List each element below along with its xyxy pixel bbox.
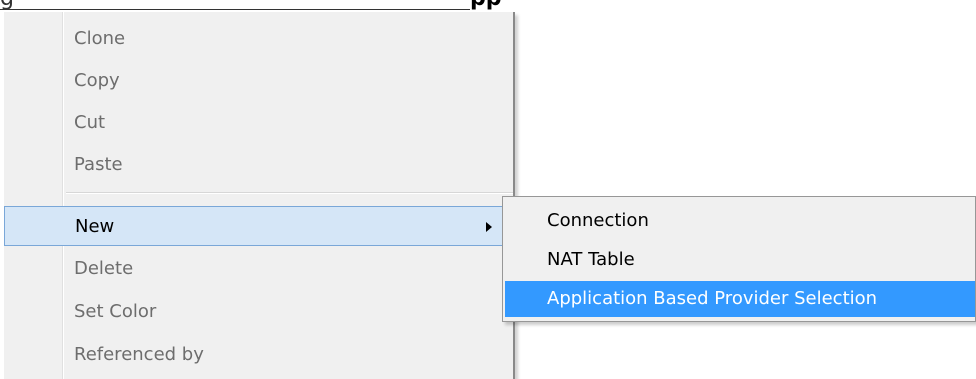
menu-item-label: Paste xyxy=(74,154,123,175)
screen: g pp Clone Copy Cut Paste New Delete Set… xyxy=(0,0,976,379)
submenu-item-application-based-provider-selection[interactable]: Application Based Provider Selection xyxy=(505,281,975,317)
context-menu: Clone Copy Cut Paste New Delete Set Colo… xyxy=(4,12,515,379)
background-rule xyxy=(0,9,470,10)
submenu-item-connection[interactable]: Connection xyxy=(505,203,975,239)
menu-item-label: Cut xyxy=(74,112,106,133)
submenu-arrow-icon xyxy=(486,222,492,232)
new-submenu: Connection NAT Table Application Based P… xyxy=(502,196,976,322)
menu-item-copy[interactable]: Copy xyxy=(4,61,513,101)
menu-item-cut[interactable]: Cut xyxy=(4,103,513,143)
submenu-item-label: Connection xyxy=(547,210,649,231)
menu-separator xyxy=(66,192,513,194)
menu-item-label: New xyxy=(75,216,115,237)
menu-item-label: Referenced by xyxy=(74,344,204,365)
submenu-item-label: Application Based Provider Selection xyxy=(547,288,878,309)
menu-item-label: Clone xyxy=(74,28,126,49)
menu-item-label: Set Color xyxy=(74,301,157,322)
menu-item-label: Copy xyxy=(74,70,120,91)
background-heading-bold: pp xyxy=(470,0,502,11)
submenu-item-label: NAT Table xyxy=(547,249,635,270)
menu-item-new[interactable]: New xyxy=(4,206,513,246)
submenu-item-nat-table[interactable]: NAT Table xyxy=(505,242,975,278)
menu-item-clone[interactable]: Clone xyxy=(4,19,513,59)
menu-item-set-color[interactable]: Set Color xyxy=(4,292,513,332)
menu-item-label: Delete xyxy=(74,258,134,279)
menu-item-paste[interactable]: Paste xyxy=(4,145,513,185)
menu-item-referenced-by[interactable]: Referenced by xyxy=(4,335,513,375)
menu-item-delete[interactable]: Delete xyxy=(4,249,513,289)
